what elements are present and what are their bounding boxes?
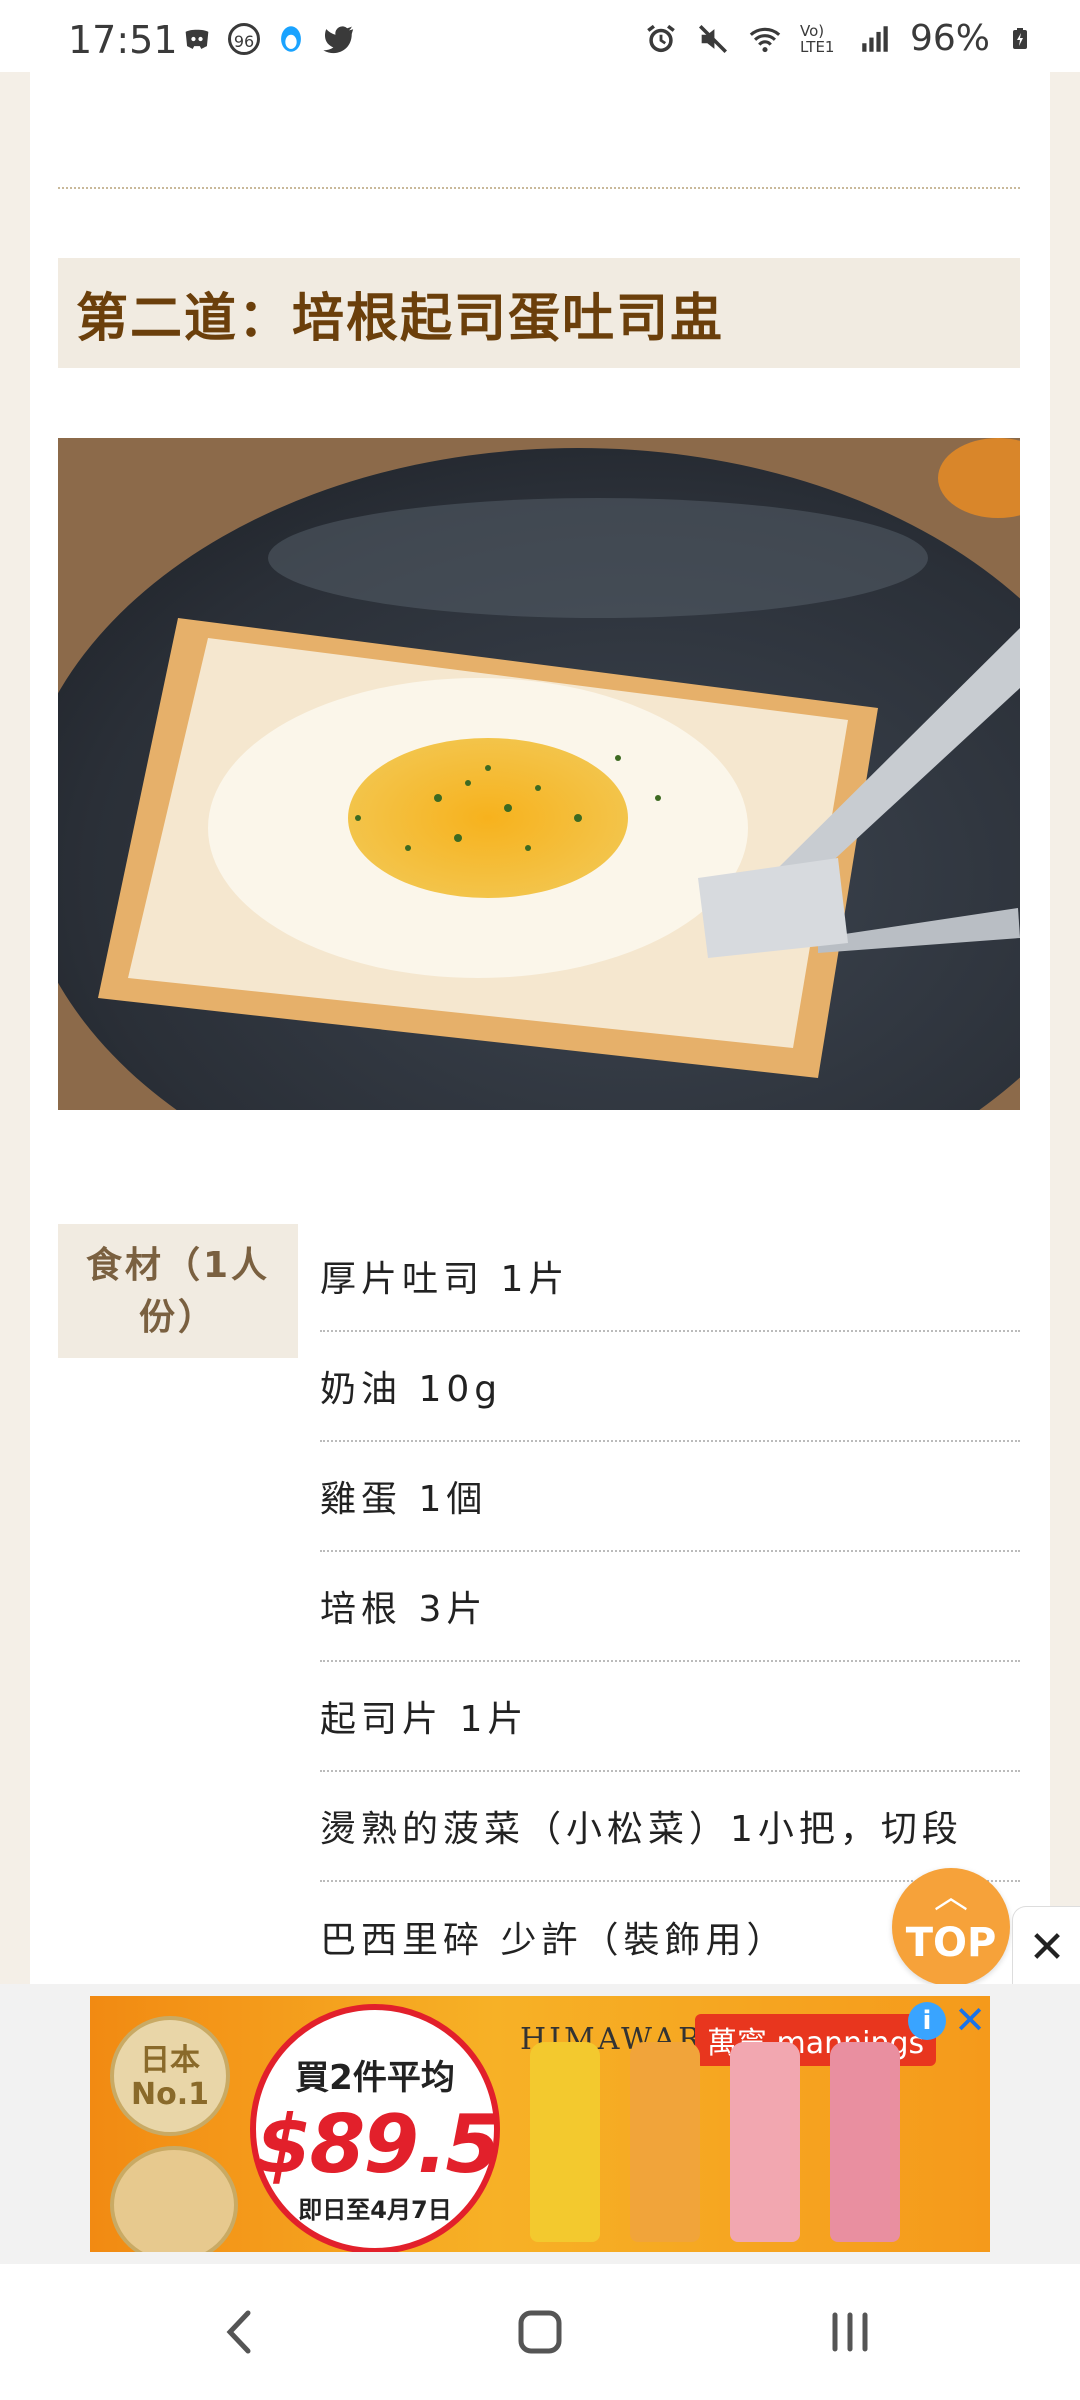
recipe-photo (58, 438, 1020, 1110)
ad-dismiss-button[interactable]: ✕ (1012, 1906, 1080, 1987)
back-chevron-icon (226, 2310, 251, 2354)
recents-button[interactable] (790, 2294, 910, 2370)
recipe-heading: 第二道：培根起司蛋吐司盅 (58, 258, 1020, 368)
status-time: 17:51 (68, 18, 178, 62)
alarm-icon (647, 24, 675, 52)
product-bottle (630, 2042, 700, 2242)
egg-toast-image (58, 438, 1020, 1110)
article-column: 第二道：培根起司蛋吐司盅 食材（1人份） 厚片吐司 1片 奶油 10g 雞蛋 1… (30, 72, 1050, 1984)
home-icon (518, 2310, 562, 2354)
ad-promo-line: 買2件平均 (295, 2058, 455, 2098)
ad-badge: 日本No.1 (110, 2016, 230, 2136)
web-page[interactable]: 第二道：培根起司蛋吐司盅 食材（1人份） 厚片吐司 1片 奶油 10g 雞蛋 1… (0, 72, 1080, 1984)
network-label: Vo) LTE1 (799, 21, 835, 56)
product-bottle (530, 2042, 600, 2242)
product-bottle (730, 2042, 800, 2242)
system-nav-bar (0, 2264, 1080, 2400)
ad-date-line: 即日至4月7日 (298, 2196, 452, 2224)
scroll-top-button[interactable]: ︿ TOP (892, 1868, 1010, 1986)
notification-icons: 96 (180, 22, 356, 56)
section-divider (58, 187, 1020, 189)
ad-price-circle: 買2件平均 $89.5 即日至4月7日 (250, 2004, 501, 2252)
ad-info-icon[interactable]: i (908, 2002, 946, 2040)
wifi-icon (749, 27, 781, 52)
notification-count-badge: 96 (228, 23, 260, 55)
ad-close-icon[interactable]: ✕ (952, 2000, 988, 2040)
close-icon: ✕ (1028, 1921, 1066, 1973)
ad-area: 日本No.1 買2件平均 $89.5 即日至4月7日 HIMAWARI 萬寧 m… (0, 1984, 1080, 2264)
chevron-up-icon: ︿ (934, 1877, 968, 1917)
battery-charging-icon (1013, 27, 1027, 49)
status-right: Vo) LTE1 96% (644, 18, 1032, 59)
ingredient-item: 厚片吐司 1片 (320, 1222, 1020, 1332)
ingredient-item: 起司片 1片 (320, 1662, 1020, 1772)
discord-icon (185, 29, 209, 49)
ingredients-label: 食材（1人份） (58, 1224, 298, 1358)
ad-price: $89.5 (256, 2098, 501, 2191)
ingredient-item: 雞蛋 1個 (320, 1442, 1020, 1552)
status-bar: 17:51 96 Vo) LTE1 96% (0, 0, 1080, 72)
battery-percent: 96% (909, 18, 990, 59)
signal-icon (862, 25, 888, 52)
home-button[interactable] (480, 2294, 600, 2370)
ad-product-thumb (110, 2146, 238, 2252)
ad-banner[interactable]: 日本No.1 買2件平均 $89.5 即日至4月7日 HIMAWARI 萬寧 m… (90, 1996, 990, 2252)
ingredient-item: 培根 3片 (320, 1552, 1020, 1662)
qq-penguin-icon (281, 26, 301, 52)
ingredient-item: 奶油 10g (320, 1332, 1020, 1442)
scroll-top-label: TOP (905, 1920, 997, 1966)
back-button[interactable] (180, 2294, 300, 2370)
ingredient-item: 燙熟的菠菜（小松菜）1小把，切段 (320, 1772, 1020, 1882)
twitter-icon (323, 26, 354, 54)
product-bottle (830, 2042, 900, 2242)
mute-icon (698, 24, 727, 53)
recents-icon (832, 2312, 868, 2352)
ingredients-list: 厚片吐司 1片 奶油 10g 雞蛋 1個 培根 3片 起司片 1片 燙熟的菠菜（… (320, 1222, 1020, 1992)
